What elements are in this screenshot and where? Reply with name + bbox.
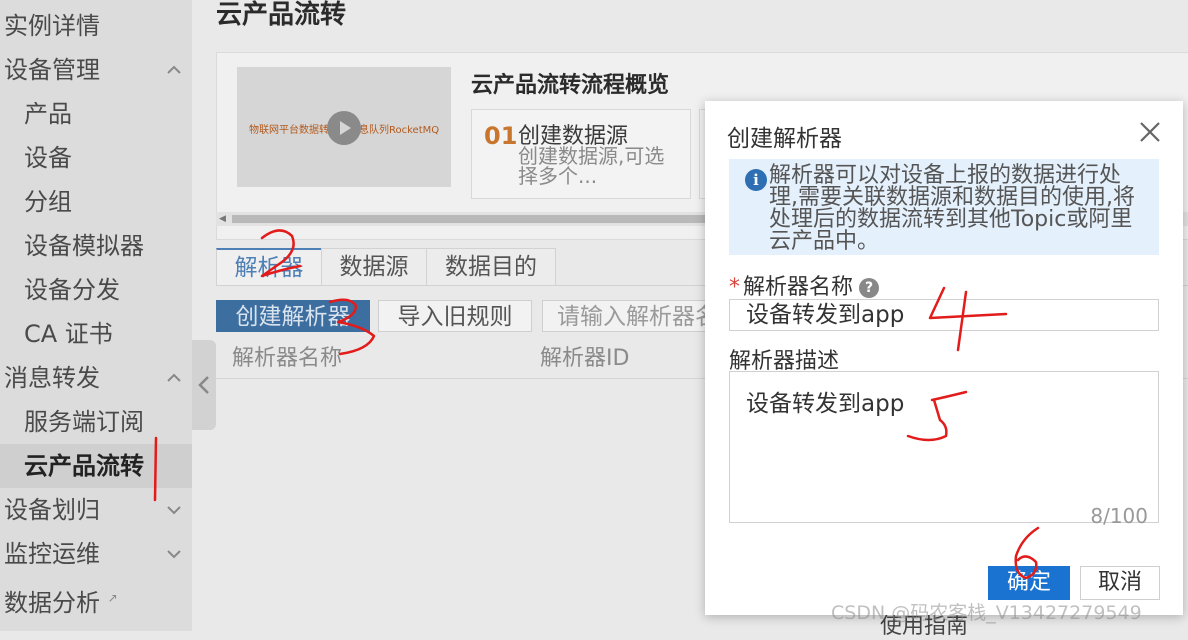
overview-title: 云产品流转流程概览 — [471, 73, 670, 98]
sidebar-item-cloud-product-flow[interactable]: 云产品流转 — [0, 444, 192, 488]
info-icon: i — [745, 169, 767, 191]
sidebar-item-label: 云产品流转 — [24, 452, 144, 480]
sidebar-item-device-management[interactable]: 设备管理 — [0, 48, 192, 92]
sidebar-item-label: 设备模拟器 — [24, 232, 144, 260]
description-text: 设备转发到app — [746, 391, 905, 417]
chevron-down-icon — [167, 506, 181, 515]
sidebar-item-label: 分组 — [24, 188, 72, 216]
sidebar-item-label: 数据分析 — [4, 589, 100, 617]
sidebar-item-device-distribution[interactable]: 设备分发 — [0, 268, 192, 312]
sidebar-item-label: 实例详情 — [4, 12, 100, 40]
parser-name-input[interactable]: 设备转发到app — [729, 299, 1159, 331]
sidebar-item-label: 消息转发 — [4, 364, 100, 392]
watermark: CSDN @码农客栈_V13427279549 — [831, 602, 1142, 624]
sidebar-item-label: 设备管理 — [4, 56, 100, 84]
help-icon[interactable]: ? — [859, 278, 880, 298]
sidebar-item-message-forwarding[interactable]: 消息转发 — [0, 356, 192, 400]
chevron-up-icon — [167, 65, 181, 74]
tab-data-source[interactable]: 数据源 — [321, 248, 427, 285]
sidebar-item-data-analysis[interactable]: 数据分析 ↗ — [0, 576, 192, 620]
info-text: 解析器可以对设备上报的数据进行处理,需要关联数据源和数据目的使用,将处理后的数据… — [769, 163, 1135, 254]
video-thumbnail[interactable]: 物联网平台数据转发到消息队列RocketMQ — [237, 67, 451, 187]
char-counter: 8/100 — [1090, 504, 1148, 528]
tab-data-destination[interactable]: 数据目的 — [426, 248, 556, 285]
column-header: 解析器名称 — [232, 346, 343, 371]
step-number: 01 — [484, 122, 518, 150]
sidebar-item-products[interactable]: 产品 — [0, 92, 192, 136]
sidebar-item-label: 设备划归 — [4, 496, 100, 524]
scroll-left-icon[interactable]: ◀ — [219, 214, 226, 224]
chevron-down-icon — [167, 550, 181, 559]
import-old-rules-button[interactable]: 导入旧规则 — [378, 300, 532, 332]
sidebar-item-device-assignment[interactable]: 设备划归 — [0, 488, 192, 532]
sidebar-item-ca-certificate[interactable]: CA 证书 — [0, 312, 192, 356]
name-label-text: 解析器名称 — [743, 275, 854, 300]
sidebar-item-instance-details[interactable]: 实例详情 — [0, 4, 192, 48]
sidebar-item-label: 监控运维 — [4, 540, 100, 568]
play-icon[interactable] — [327, 111, 361, 145]
sidebar-item-label: 产品 — [24, 100, 72, 128]
required-marker: * — [729, 275, 740, 300]
close-icon[interactable] — [1137, 119, 1163, 145]
sidebar-item-label: CA 证书 — [24, 320, 113, 348]
sidebar-item-groups[interactable]: 分组 — [0, 180, 192, 224]
cancel-button[interactable]: 取消 — [1080, 566, 1160, 600]
info-alert: i 解析器可以对设备上报的数据进行处理,需要关联数据源和数据目的使用,将处理后的… — [729, 159, 1159, 255]
sidebar-item-monitoring-ops[interactable]: 监控运维 — [0, 532, 192, 576]
name-field-label: * 解析器名称? — [729, 269, 880, 301]
chevron-up-icon — [167, 373, 181, 382]
confirm-button[interactable]: 确定 — [988, 566, 1070, 600]
create-parser-dialog: 创建解析器 i 解析器可以对设备上报的数据进行处理,需要关联数据源和数据目的使用… — [705, 101, 1183, 615]
sidebar-item-devices[interactable]: 设备 — [0, 136, 192, 180]
sidebar-item-server-subscription[interactable]: 服务端订阅 — [0, 400, 192, 444]
tab-parser[interactable]: 解析器 — [216, 248, 322, 286]
sidebar-item-device-simulator[interactable]: 设备模拟器 — [0, 224, 192, 268]
parser-description-textarea[interactable]: 设备转发到app 8/100 — [729, 371, 1159, 528]
step-card[interactable]: 01 创建数据源 创建数据源,可选择多个... — [471, 109, 691, 199]
page-title: 云产品流转 — [216, 0, 347, 30]
sidebar-item-label: 设备分发 — [24, 276, 120, 304]
step-description: 创建数据源,可选择多个... — [518, 144, 665, 188]
column-header: 解析器ID — [540, 346, 630, 371]
external-link-icon: ↗ — [107, 591, 118, 605]
sidebar-item-label: 服务端订阅 — [24, 408, 144, 436]
dialog-title: 创建解析器 — [727, 126, 842, 152]
sidebar-item-label: 设备 — [24, 144, 72, 172]
create-parser-button[interactable]: 创建解析器 — [216, 300, 370, 332]
sidebar: 实例详情 设备管理 产品 设备 分组 设备模拟器 设备分发 CA 证书 消息转发… — [0, 0, 192, 631]
